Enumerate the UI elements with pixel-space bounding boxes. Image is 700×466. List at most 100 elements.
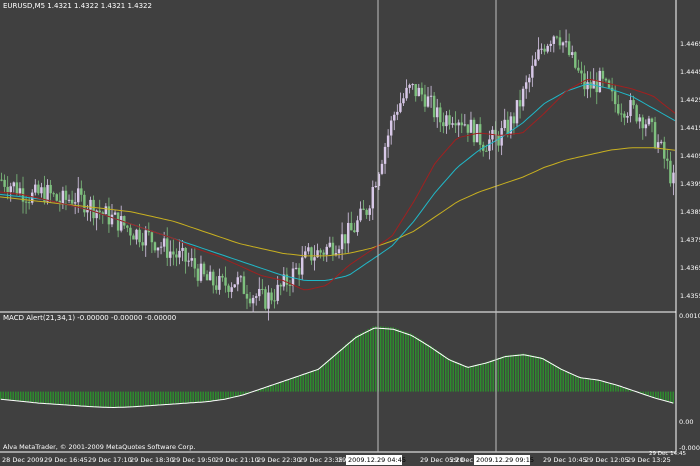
macd-bar — [342, 346, 344, 392]
time-tick: 29 Dec 23:35 — [299, 456, 343, 464]
candle-body — [113, 212, 117, 215]
macd-bar — [370, 327, 372, 392]
macd-bar — [617, 385, 619, 392]
candle-body — [98, 210, 101, 213]
macd-bar — [67, 391, 69, 406]
macd-bar — [452, 360, 454, 392]
candle-body — [331, 242, 335, 256]
macd-bar — [352, 337, 354, 392]
candle-body — [589, 82, 592, 89]
macd-bar — [362, 331, 364, 392]
candle-body — [248, 298, 252, 304]
macd-bar — [40, 391, 42, 404]
macd-bar — [527, 354, 529, 392]
trading-chart-window[interactable]: EURUSD,M5 1.4321 1.4322 1.4321 1.4322 MA… — [0, 0, 700, 466]
macd-bar — [207, 391, 209, 402]
candle-body — [411, 84, 414, 86]
macd-bar — [220, 391, 222, 401]
candle-body — [205, 274, 209, 281]
macd-bar — [280, 381, 282, 392]
candle-body — [537, 49, 540, 60]
time-tick: 29 Dec 12:05 — [585, 456, 629, 464]
candle-body — [181, 247, 184, 251]
macd-bar — [400, 329, 402, 392]
candle-body — [620, 113, 623, 115]
candle-body — [135, 229, 138, 240]
macd-bar — [577, 376, 579, 392]
candle-body — [485, 150, 488, 152]
macd-bar — [210, 391, 212, 402]
macd-bar — [502, 356, 504, 392]
macd-bar — [407, 332, 409, 392]
candle-body — [666, 158, 669, 161]
macd-bar — [657, 391, 659, 400]
macd-bar — [665, 391, 667, 402]
macd-bar — [310, 371, 312, 392]
candle-body — [9, 186, 12, 193]
candle-body — [641, 117, 645, 129]
time-tick: 29 Dec 10:45 — [543, 456, 587, 464]
candle-body — [343, 234, 347, 244]
macd-bar — [300, 374, 302, 392]
macd-bar — [442, 354, 444, 392]
candle-body — [353, 230, 356, 233]
candle-body — [236, 277, 240, 285]
macd-bar — [462, 364, 464, 392]
macd-bar — [105, 391, 107, 408]
candle-body — [497, 135, 500, 146]
macd-bar — [422, 341, 424, 392]
macd-bar — [432, 347, 434, 392]
candle-body — [564, 41, 568, 43]
macd-bar — [315, 369, 317, 392]
candle-body — [383, 146, 387, 164]
candle-body — [89, 199, 92, 210]
candle-body — [469, 119, 473, 133]
macd-bar — [590, 378, 592, 392]
macd-bar — [215, 391, 217, 401]
time-tick: 29 Dec 13:25 — [627, 456, 671, 464]
macd-bar — [327, 359, 329, 392]
macd-bar — [2, 391, 4, 400]
macd-bar — [337, 351, 339, 392]
candle-body — [429, 95, 433, 97]
macd-bar — [135, 391, 137, 408]
candle-body — [521, 88, 525, 107]
macd-bar — [292, 377, 294, 392]
macd-bar — [50, 391, 52, 405]
macd-bar — [0, 391, 2, 400]
time-tick: 29 Dec 21:10 — [215, 456, 259, 464]
candle-body — [172, 251, 175, 255]
candle-body — [463, 124, 467, 126]
macd-bar — [472, 365, 474, 392]
macd-bar — [455, 361, 457, 392]
macd-bar — [340, 348, 342, 392]
candle-body — [580, 70, 583, 74]
macd-bar — [667, 391, 669, 403]
candle-body — [227, 285, 230, 292]
macd-bar — [600, 380, 602, 392]
macd-bar — [497, 357, 499, 392]
macd-bar — [560, 368, 562, 392]
macd-bar — [575, 375, 577, 392]
macd-bar — [347, 342, 349, 392]
candle-body — [153, 242, 157, 251]
candle-body — [70, 199, 74, 204]
candle-body — [454, 123, 457, 126]
candle-body — [653, 122, 657, 148]
candle-body — [267, 292, 270, 309]
macd-bar — [277, 382, 279, 392]
time-tick: 29 Dec 16:45 — [44, 456, 88, 464]
candle-body — [80, 188, 83, 195]
candle-body — [650, 118, 654, 123]
candle-body — [567, 41, 571, 55]
candle-body — [221, 275, 224, 278]
macd-bar — [192, 391, 194, 404]
price-tick: 1.4395 — [680, 180, 700, 188]
candle-body — [393, 114, 396, 121]
macd-bar — [427, 344, 429, 392]
macd-bar — [222, 391, 224, 400]
macd-bar — [505, 355, 507, 392]
macd-bar — [212, 391, 214, 402]
candle-body — [199, 263, 203, 281]
candle-body — [264, 289, 267, 309]
